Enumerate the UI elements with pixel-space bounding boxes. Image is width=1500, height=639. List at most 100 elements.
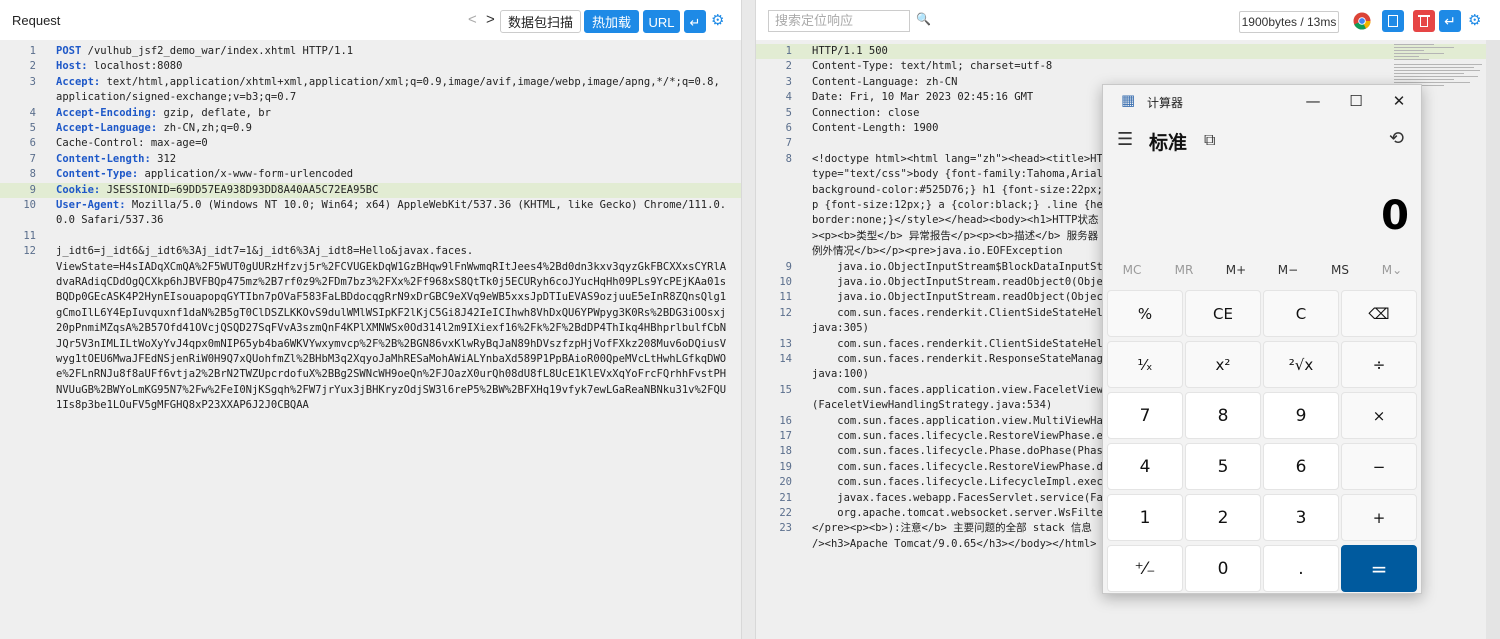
code-line: 7 Content-Length: 312	[0, 152, 741, 167]
line-text: Content-Type: text/html; charset=utf-8	[812, 60, 1053, 73]
calc-key-0-3[interactable]: ⌫	[1341, 290, 1417, 337]
calc-key-4-3[interactable]: +	[1341, 494, 1417, 541]
minimize-icon[interactable]: —	[1293, 89, 1333, 113]
calc-key-4-1[interactable]: 2	[1185, 494, 1261, 541]
line-text: com.sun.faces.lifecycle.Phase.doPhase(Ph…	[812, 445, 1103, 458]
line-text: background-color:#525D76;} h1 {font-size…	[812, 183, 1103, 196]
calc-key-2-3[interactable]: ×	[1341, 392, 1417, 439]
line-number: 13	[779, 337, 792, 350]
hotload-button[interactable]: 热加载	[584, 10, 639, 33]
calc-key-2-1[interactable]: 8	[1185, 392, 1261, 439]
calc-key-0-0[interactable]: %	[1107, 290, 1183, 337]
line-text: ViewState=H4sIADqXCmQA%2F5WUT0gUURzHfzvj…	[56, 260, 727, 273]
next-arrow-icon[interactable]: >	[486, 11, 495, 28]
settings-gear-icon[interactable]: ⚙	[711, 11, 724, 29]
code-line: 0.0 Safari/537.36	[0, 213, 741, 228]
calc-key-1-1[interactable]: x²	[1185, 341, 1261, 388]
chrome-icon[interactable]	[1353, 12, 1371, 30]
calc-key-2-2[interactable]: 9	[1263, 392, 1339, 439]
calc-key-5-2[interactable]: .	[1263, 545, 1339, 592]
line-text: java.io.ObjectInputStream.readObject0(Ob…	[812, 276, 1103, 288]
line-text: com.sun.faces.renderkit.ClientSideStateH…	[812, 337, 1103, 350]
calc-key-4-0[interactable]: 1	[1107, 494, 1183, 541]
line-number: 8	[29, 168, 36, 181]
line-text: Accept: text/html,application/xhtml+xml,…	[56, 75, 720, 88]
search-icon[interactable]: 🔍	[916, 12, 931, 26]
line-text: Accept-Language: zh-CN,zh;q=0.9	[56, 122, 252, 134]
prev-arrow-icon[interactable]: <	[468, 11, 477, 28]
calc-key-4-2[interactable]: 3	[1263, 494, 1339, 541]
memory-button-0[interactable]: MC	[1107, 263, 1157, 277]
keep-on-top-icon[interactable]: ⧉	[1204, 130, 1215, 150]
line-number: 8	[785, 152, 792, 165]
history-icon[interactable]: ⟲	[1389, 128, 1404, 149]
settings-gear-icon[interactable]: ⚙	[1468, 11, 1481, 29]
code-line: 2 Content-Type: text/html; charset=utf-8	[756, 59, 1500, 74]
line-text: com.sun.faces.lifecycle.LifecycleImpl.ex…	[812, 476, 1103, 489]
code-line: 12 j_idt6=j_idt6&j_idt6%3Aj_idt7=1&j_idt6…	[0, 244, 741, 259]
line-text: ><p><b>类型</b> 异常报告</p><p><b>描述</b> 服务器	[812, 229, 1099, 242]
calculator-window[interactable]: ▦ 计算器 — ☐ ✕ ☰ 标准 ⧉ ⟲ 0 MC MR M+ M− MS M⌄ % CE C…	[1102, 84, 1422, 594]
close-icon[interactable]: ✕	[1379, 89, 1419, 113]
calc-key-3-2[interactable]: 6	[1263, 443, 1339, 490]
response-scrollbar[interactable]	[1486, 40, 1500, 639]
line-text: 例外情况</b></p><pre>java.io.EOFException	[812, 245, 1063, 258]
calculator-display: 0	[1381, 193, 1409, 239]
menu-hamburger-icon[interactable]: ☰	[1117, 129, 1133, 150]
line-text: Host: localhost:8080	[56, 60, 183, 73]
calc-key-0-1[interactable]: CE	[1185, 290, 1261, 337]
code-line: gCmoIlL6Y4EpIuvquxnf1daN%2B5gT0ClDSZLKKO…	[0, 306, 741, 321]
calc-key-1-2[interactable]: ²√x	[1263, 341, 1339, 388]
line-text: Content-Type: application/x-www-form-url…	[56, 168, 354, 181]
code-line: 5 Accept-Language: zh-CN,zh;q=0.9	[0, 121, 741, 136]
response-search-input[interactable]: 搜索定位响应	[768, 10, 910, 32]
line-text: java.io.ObjectInputStream$BlockDataInput…	[812, 260, 1103, 273]
line-number: 11	[779, 291, 792, 304]
calc-key-3-3[interactable]: −	[1341, 443, 1417, 490]
header-key: Cookie:	[56, 183, 101, 196]
wrap-toggle-icon[interactable]: ↵	[684, 10, 706, 33]
maximize-icon[interactable]: ☐	[1336, 89, 1376, 113]
line-text: 20pPnmiMZqsA%2B57Ofd41OVcjQSQD27SqFVvA3s…	[56, 322, 727, 335]
scan-button[interactable]: 数据包扫描	[500, 10, 581, 33]
calc-key-0-2[interactable]: C	[1263, 290, 1339, 337]
memory-button-1[interactable]: MR	[1159, 263, 1209, 277]
memory-button-4[interactable]: MS	[1315, 263, 1365, 277]
line-text: Content-Length: 1900	[812, 122, 939, 134]
calc-key-3-0[interactable]: 4	[1107, 443, 1183, 490]
line-text: User-Agent: Mozilla/5.0 (Windows NT 10.0…	[56, 199, 727, 211]
memory-button-3[interactable]: M−	[1263, 263, 1313, 277]
calc-key-1-0[interactable]: ¹⁄ₓ	[1107, 341, 1183, 388]
line-number: 4	[29, 106, 36, 119]
line-number: 10	[23, 199, 36, 211]
calculator-app-icon: ▦	[1121, 91, 1136, 109]
line-text: wyg1tOEU6MwaJFEdNSjenRiW0H9Q7xQUohfmZl%2…	[56, 353, 727, 365]
url-button[interactable]: URL	[643, 10, 680, 33]
header-key: Content-Length:	[56, 152, 151, 165]
line-text: Content-Language: zh-CN	[812, 75, 958, 88]
header-key: Accept-Language:	[56, 122, 158, 134]
wrap-toggle-icon[interactable]: ↵	[1439, 10, 1461, 32]
line-number: 18	[779, 445, 792, 458]
line-text: application/signed-exchange;v=b3;q=0.7	[56, 91, 297, 104]
code-line: application/signed-exchange;v=b3;q=0.7	[0, 90, 741, 105]
line-number: 12	[779, 306, 792, 319]
document-icon[interactable]	[1382, 10, 1404, 32]
line-text: Content-Length: 312	[56, 152, 177, 165]
line-text: j_idt6=j_idt6&j_idt6%3Aj_idt7=1&j_idt6%3…	[56, 245, 474, 258]
calc-key-5-1[interactable]: 0	[1185, 545, 1261, 592]
calc-key-1-3[interactable]: ÷	[1341, 341, 1417, 388]
calc-key-5-0[interactable]: ⁺⁄₋	[1107, 545, 1183, 592]
calc-key-5-3[interactable]: =	[1341, 545, 1417, 592]
memory-button-5[interactable]: M⌄	[1367, 263, 1417, 277]
trash-icon[interactable]	[1413, 10, 1435, 32]
code-line: 2 Host: localhost:8080	[0, 59, 741, 74]
code-line: e%2FLnRNJu8f8aUFf6vtja2%2BrN2TWZUpcrdofu…	[0, 367, 741, 382]
code-line: JQr5V3nIMLILtWoXyYvJ4qpx0mNIP65yb4ba6WKV…	[0, 337, 741, 352]
calc-key-2-0[interactable]: 7	[1107, 392, 1183, 439]
memory-button-2[interactable]: M+	[1211, 263, 1261, 277]
request-editor[interactable]: 1 POST /vulhub_jsf2_demo_war/index.xhtml …	[0, 40, 741, 639]
code-minimap[interactable]	[1394, 42, 1482, 88]
calc-key-3-1[interactable]: 5	[1185, 443, 1261, 490]
line-number: 2	[29, 60, 36, 73]
